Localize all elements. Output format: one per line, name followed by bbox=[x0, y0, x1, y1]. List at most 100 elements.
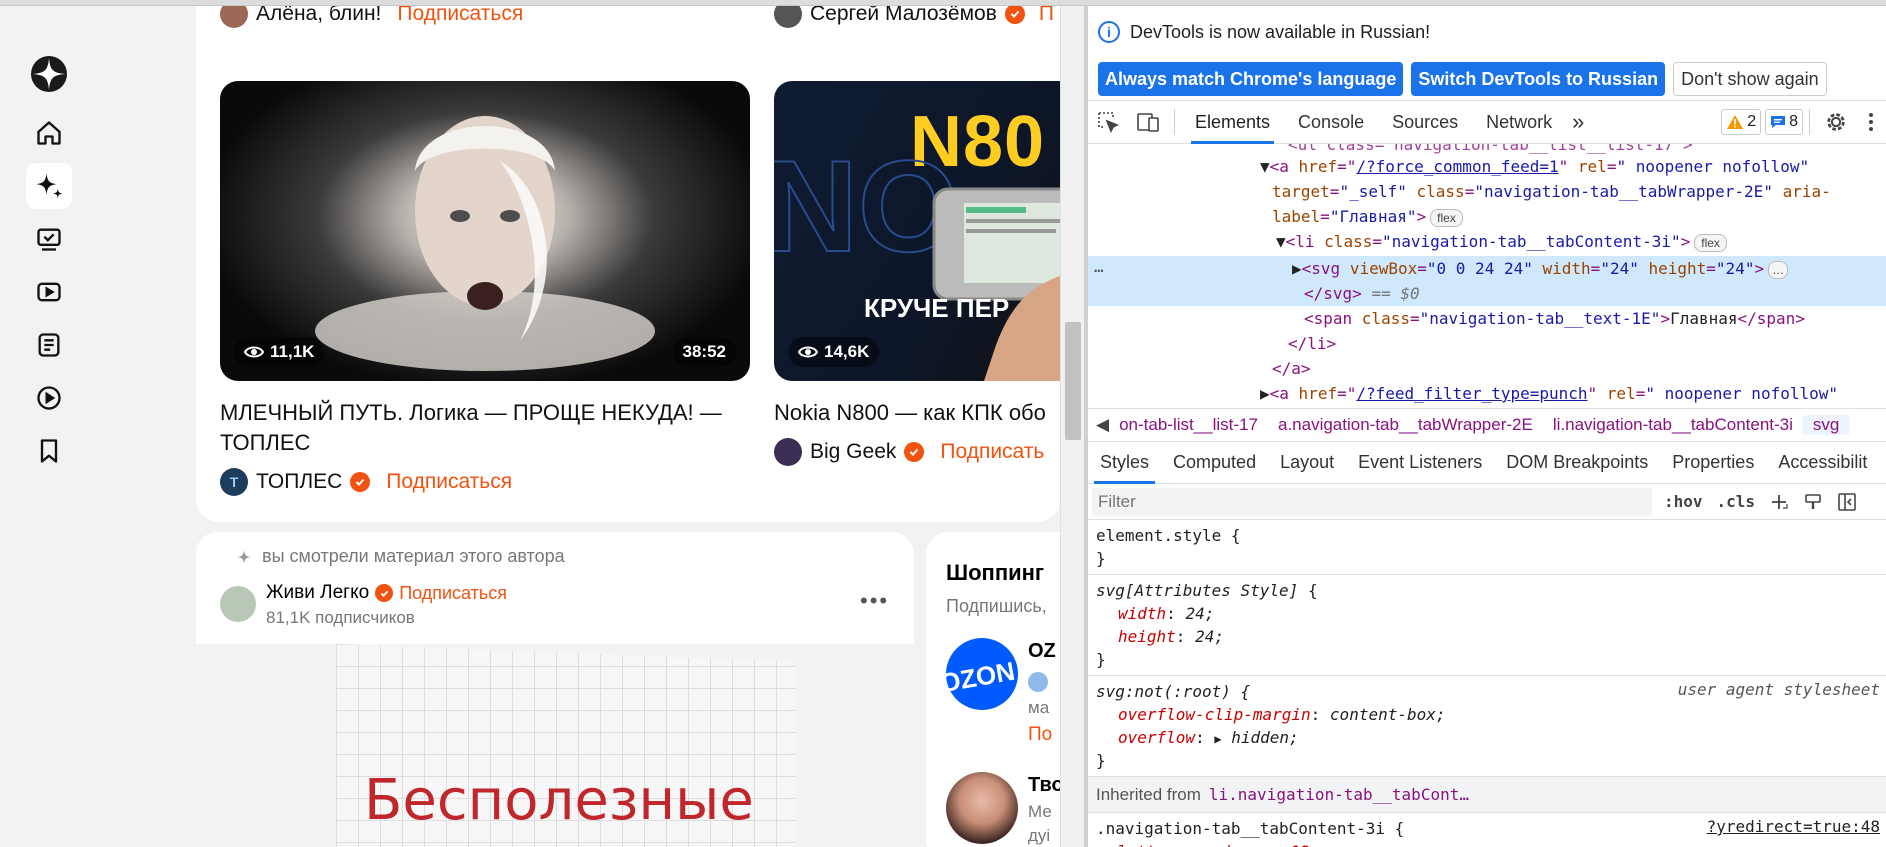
tv-check-icon bbox=[37, 228, 61, 251]
subscribe-button[interactable]: Подписать bbox=[940, 440, 1044, 464]
messages-counter[interactable]: 8 bbox=[1765, 109, 1803, 135]
channel-name[interactable]: ТОПЛЕС bbox=[256, 470, 342, 494]
video-thumbnail[interactable]: 11,1K 38:52 bbox=[220, 81, 750, 381]
tab-sources[interactable]: Sources bbox=[1378, 100, 1472, 144]
more-tabs-button[interactable]: » bbox=[1566, 100, 1590, 144]
flex-badge[interactable]: flex bbox=[1694, 233, 1727, 252]
subscribe-button[interactable]: Подписаться bbox=[399, 583, 507, 604]
page-scrollbar[interactable] bbox=[1060, 6, 1084, 847]
tab-layout[interactable]: Layout bbox=[1268, 442, 1346, 484]
infobar-actions: Always match Chrome's language Switch De… bbox=[1088, 58, 1886, 100]
avatar[interactable] bbox=[774, 438, 802, 466]
breadcrumb-item[interactable]: a.navigation-tab__tabWrapper-2E bbox=[1268, 415, 1543, 435]
stylesheet-source-link[interactable]: ?yredirect=true:48 bbox=[1707, 817, 1880, 836]
styles-filter-bar: :hov .cls bbox=[1088, 484, 1886, 520]
settings-button[interactable] bbox=[1816, 100, 1856, 144]
tab-network[interactable]: Network bbox=[1472, 100, 1566, 144]
shop-desc: дуі bbox=[1028, 826, 1051, 845]
avatar[interactable]: T bbox=[220, 468, 248, 496]
shop-name[interactable]: Тво bbox=[1028, 774, 1060, 797]
avatar[interactable] bbox=[220, 586, 256, 622]
dom-tree: <ul class="navigation-tab__list__list-17… bbox=[1088, 144, 1886, 408]
dom-node[interactable]: </a> bbox=[1272, 356, 1311, 381]
new-rule-icon[interactable] bbox=[1769, 492, 1789, 512]
device-illustration: NO bbox=[774, 132, 1060, 381]
cls-toggle[interactable]: .cls bbox=[1717, 492, 1756, 511]
channel-row: Big Geek Подписать bbox=[774, 438, 1044, 466]
breadcrumb-item[interactable]: svg bbox=[1802, 415, 1850, 435]
shop-name[interactable]: OZ bbox=[1028, 640, 1056, 663]
subscriptions-nav-button[interactable] bbox=[26, 216, 72, 262]
styles-filter-input[interactable] bbox=[1092, 487, 1652, 516]
video-title[interactable]: МЛЕЧНЫЙ ПУТЬ. Логика — ПРОЩЕ НЕКУДА! — Т… bbox=[220, 398, 740, 458]
subscribers-count: 81,1K подписчиков bbox=[266, 608, 415, 627]
ellipsis-badge[interactable]: … bbox=[1768, 260, 1789, 279]
scrollbar-thumb[interactable] bbox=[1065, 322, 1081, 440]
tab-console[interactable]: Console bbox=[1284, 100, 1378, 144]
style-rule[interactable]: .navigation-tab__tabContent-3i { ?yredir… bbox=[1088, 813, 1886, 847]
dom-node[interactable]: ▼<li class="navigation-tab__tabContent-3… bbox=[1276, 229, 1727, 254]
tab-dom-breakpoints[interactable]: DOM Breakpoints bbox=[1494, 442, 1660, 484]
zen-logo-icon[interactable] bbox=[31, 56, 67, 92]
toggle-sidebar-icon[interactable] bbox=[1837, 492, 1857, 512]
tab-accessibility[interactable]: Accessibilit bbox=[1766, 442, 1879, 484]
subscribe-button[interactable]: Подписаться bbox=[386, 470, 512, 494]
video-thumbnail[interactable]: N80 NO КРУЧЕ ПЕР 14,6K bbox=[774, 81, 1060, 381]
bookmarks-nav-button[interactable] bbox=[26, 428, 72, 474]
dom-node-selected[interactable]: </svg> == $0 bbox=[1304, 281, 1420, 306]
dom-node[interactable]: target="_self" class="navigation-tab__ta… bbox=[1272, 179, 1831, 204]
always-match-language-button[interactable]: Always match Chrome's language bbox=[1098, 62, 1404, 96]
inherited-selector-link[interactable]: li.navigation-tab__tabCont… bbox=[1209, 785, 1469, 804]
inspect-element-button[interactable] bbox=[1088, 100, 1128, 144]
breadcrumb-scroll-left-icon[interactable]: ◀ bbox=[1088, 415, 1117, 435]
articles-nav-button[interactable] bbox=[26, 322, 72, 368]
dont-show-again-button[interactable]: Don't show again bbox=[1673, 62, 1827, 96]
hov-toggle[interactable]: :hov bbox=[1664, 492, 1703, 511]
views-badge: 11,1K bbox=[234, 337, 325, 367]
video-title[interactable]: Nokia N800 — как КПК обо bbox=[774, 398, 1060, 428]
dom-node[interactable]: ▶<a href="/?feed_filter_type=punch" rel=… bbox=[1260, 381, 1838, 406]
device-toolbar-button[interactable] bbox=[1128, 100, 1168, 144]
divider bbox=[1809, 109, 1810, 135]
tab-elements[interactable]: Elements bbox=[1181, 100, 1284, 144]
dom-node[interactable]: </li> bbox=[1288, 331, 1336, 356]
switch-to-russian-button[interactable]: Switch DevTools to Russian bbox=[1411, 62, 1666, 96]
left-sidebar bbox=[0, 6, 100, 847]
devtools-panel: i DevTools is now available in Russian! … bbox=[1088, 6, 1886, 847]
node-actions-icon[interactable]: … bbox=[1094, 254, 1104, 279]
subscribe-button[interactable]: По bbox=[1028, 724, 1052, 746]
video-nav-button[interactable] bbox=[26, 269, 72, 315]
dom-node[interactable]: <span class="navigation-tab__text-1E">Гл… bbox=[1304, 306, 1805, 331]
author-name[interactable]: Живи Легко bbox=[266, 582, 369, 604]
dom-node[interactable]: label="Главная"> flex bbox=[1272, 204, 1463, 229]
customize-menu-button[interactable] bbox=[1856, 100, 1886, 144]
style-rule[interactable]: svg[Attributes Style] { width: 24; heigh… bbox=[1088, 575, 1886, 676]
avatar[interactable] bbox=[946, 772, 1018, 844]
breadcrumb: ◀ on-tab-list__list-17 a.navigation-tab_… bbox=[1088, 408, 1886, 442]
tab-properties[interactable]: Properties bbox=[1660, 442, 1766, 484]
breadcrumb-item[interactable]: li.navigation-tab__tabContent-3i bbox=[1543, 415, 1803, 435]
sparkle-icon bbox=[237, 549, 251, 564]
home-nav-button[interactable] bbox=[26, 110, 72, 156]
dom-node-selected[interactable]: ▶<svg viewBox="0 0 24 24" width="24" hei… bbox=[1292, 256, 1789, 281]
verified-icon bbox=[350, 472, 371, 492]
sparkle-nav-button[interactable] bbox=[26, 163, 72, 209]
style-rule[interactable]: element.style { } bbox=[1088, 520, 1886, 575]
shorts-nav-button[interactable] bbox=[26, 375, 72, 421]
breadcrumb-item[interactable]: on-tab-list__list-17 bbox=[1117, 415, 1268, 435]
dom-node[interactable]: ▼<a href="/?force_common_feed=1" rel=" n… bbox=[1260, 154, 1809, 179]
channel-name[interactable]: Big Geek bbox=[810, 440, 896, 464]
shopping-card: Шоппинг Подпишись, OZON OZ ма По Тво Ме … bbox=[926, 532, 1060, 847]
paint-brush-icon[interactable] bbox=[1803, 492, 1823, 512]
ozon-avatar[interactable]: OZON bbox=[946, 638, 1018, 710]
gear-icon bbox=[1827, 113, 1845, 131]
style-rule[interactable]: svg:not(:root) { user agent stylesheet o… bbox=[1088, 676, 1886, 777]
article-cover[interactable]: Бесполезные bbox=[196, 644, 914, 847]
tab-computed[interactable]: Computed bbox=[1161, 442, 1268, 484]
more-options-button[interactable]: ••• bbox=[860, 588, 889, 614]
tab-event-listeners[interactable]: Event Listeners bbox=[1346, 442, 1494, 484]
shopping-subtitle: Подпишись, bbox=[946, 596, 1047, 616]
warnings-counter[interactable]: 2 bbox=[1721, 109, 1762, 135]
flex-badge[interactable]: flex bbox=[1430, 208, 1463, 227]
tab-styles[interactable]: Styles bbox=[1088, 442, 1161, 484]
